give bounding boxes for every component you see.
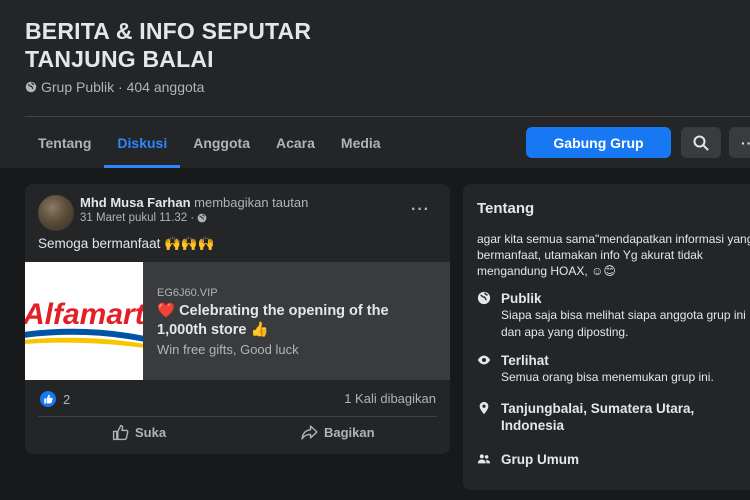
like-reaction-icon [40, 391, 56, 407]
eye-icon [477, 355, 491, 365]
reaction-summary[interactable]: 2 [40, 391, 70, 407]
about-description: agar kita semua sama"mendapatkan informa… [477, 232, 750, 278]
group-title: BERITA & INFO SEPUTAR TANJUNG BALAI [25, 18, 312, 72]
about-item-title: Publik [501, 291, 542, 306]
post-card: Mhd Musa Farhan membagikan tautan 31 Mar… [25, 184, 450, 454]
about-item-location: Tanjungbalai, Sumatera Utara, Indonesia [477, 400, 750, 434]
location-pin-icon [479, 401, 489, 415]
alfamart-logo-text: Alfamart [25, 298, 143, 331]
like-label: Suka [135, 425, 167, 440]
post-header: Mhd Musa Farhan membagikan tautan [80, 195, 308, 210]
thumbs-up-icon [112, 424, 129, 441]
tab-tentang[interactable]: Tentang [25, 117, 104, 168]
post-timestamp[interactable]: 31 Maret pukul 11.32 · [80, 212, 207, 224]
link-title: ❤️ Celebrating the opening of the 1,000t… [157, 303, 389, 338]
group-tabs: Tentang Diskusi Anggota Acara Media [25, 117, 394, 168]
tab-acara[interactable]: Acara [263, 117, 328, 168]
post-divider [38, 416, 437, 417]
post-action-text: membagikan tautan [194, 195, 309, 210]
link-preview[interactable]: Alfamart EG6J60.VIP ❤️ Celebrating the o… [25, 262, 450, 380]
like-button[interactable]: Suka [112, 424, 166, 441]
tab-anggota[interactable]: Anggota [180, 117, 263, 168]
about-item-visible: Terlihat Semua orang bisa menemukan grup… [477, 352, 750, 386]
post-time-text: 31 Maret pukul 11.32 · [80, 212, 195, 224]
tab-diskusi[interactable]: Diskusi [104, 117, 181, 168]
globe-icon [25, 81, 37, 93]
share-count[interactable]: 1 Kali dibagikan [344, 391, 436, 406]
like-count: 2 [63, 391, 71, 407]
post-menu-button[interactable]: ··· [411, 201, 430, 219]
globe-icon [477, 291, 491, 305]
link-domain: EG6J60.VIP [157, 287, 218, 299]
about-item-title: Terlihat [501, 353, 549, 368]
post-text: Semoga bermanfaat 🙌🙌🙌 [38, 236, 215, 251]
search-button[interactable] [681, 127, 721, 158]
group-header: BERITA & INFO SEPUTAR TANJUNG BALAI Grup… [0, 0, 750, 168]
share-icon [301, 425, 318, 440]
about-item-desc: Semua orang bisa menemukan grup ini. [501, 370, 714, 384]
alfamart-logo: Alfamart [25, 262, 143, 380]
about-item-public: Publik Siapa saja bisa melihat siapa ang… [477, 290, 750, 341]
search-icon [693, 135, 709, 150]
people-icon [477, 454, 491, 464]
share-button[interactable]: Bagikan [301, 424, 375, 441]
avatar[interactable] [38, 195, 74, 231]
tab-media[interactable]: Media [328, 117, 394, 168]
about-panel: Tentang agar kita semua sama"mendapatkan… [463, 184, 750, 490]
group-meta-text: Grup Publik · 404 anggota [41, 79, 205, 95]
about-title: Tentang [477, 200, 535, 217]
about-item-desc: Siapa saja bisa melihat siapa anggota gr… [501, 308, 746, 339]
link-description: Win free gifts, Good luck [157, 342, 299, 357]
globe-icon [197, 213, 207, 223]
share-label: Bagikan [324, 425, 375, 440]
group-meta: Grup Publik · 404 anggota [25, 79, 204, 95]
more-options-button[interactable]: ··· [729, 127, 750, 158]
about-item-title: Grup Umum [501, 452, 580, 467]
about-item-group-type: Grup Umum [477, 451, 750, 468]
about-item-title: Tanjungbalai, Sumatera Utara, Indonesia [501, 401, 695, 433]
post-author[interactable]: Mhd Musa Farhan [80, 195, 191, 210]
join-group-button[interactable]: Gabung Grup [526, 127, 671, 158]
